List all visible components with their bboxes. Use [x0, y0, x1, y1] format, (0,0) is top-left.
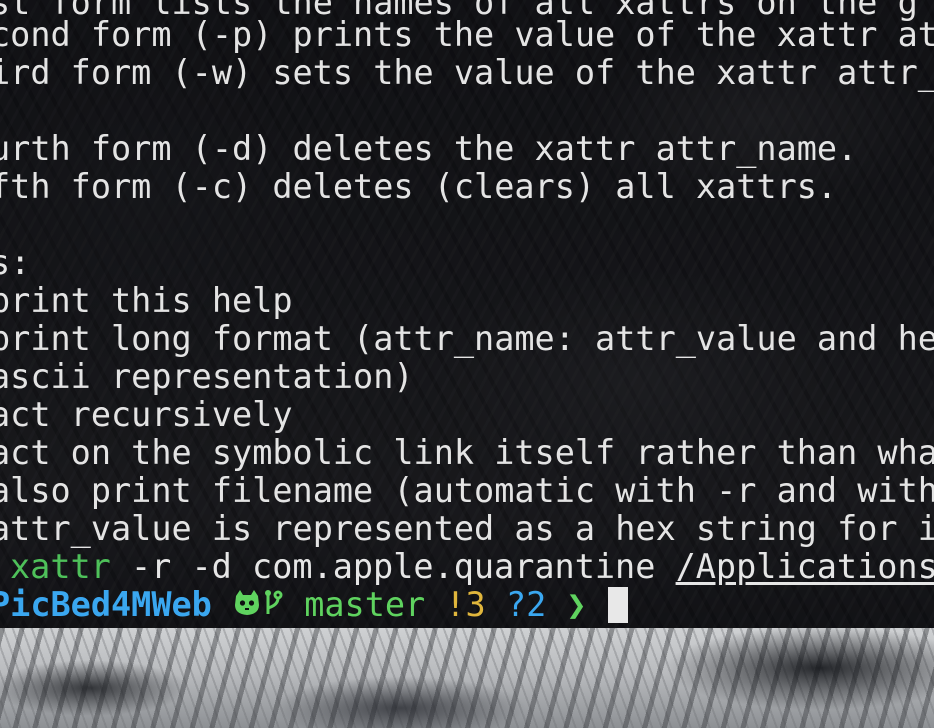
git-untracked-count: ?2: [505, 585, 547, 624]
help-line-14: also print filename (automatic with -r a…: [0, 471, 934, 510]
help-line-9: print this help: [0, 281, 293, 320]
command-args: -r -d com.apple.quarantine: [110, 547, 676, 586]
github-cat-icon: [232, 588, 262, 626]
help-line-2: cond form (-p) prints the value of the x…: [0, 15, 934, 54]
wallpaper-snowfield: [0, 628, 934, 728]
prompt-arrow: ❯: [566, 585, 587, 624]
help-line-11: ascii representation): [0, 357, 414, 396]
help-line-6: fth form (-c) deletes (clears) all xattr…: [0, 167, 838, 206]
command-path[interactable]: /Applications/: [676, 547, 934, 586]
git-modified-count: !3: [445, 585, 486, 624]
help-line-8: s:: [0, 243, 31, 282]
terminal-cursor: [608, 587, 628, 623]
help-line-13: act on the symbolic link itself rather t…: [0, 433, 934, 472]
terminal-window[interactable]: st form lists the names of all xattrs on…: [0, 0, 934, 628]
help-line-12: act recursively: [0, 395, 293, 434]
prompt-line: PicBed4MWeb master !3 ?2 ❯: [0, 586, 587, 624]
command-line: xattr -r -d com.apple.quarantine /Applic…: [10, 548, 934, 586]
help-line-15: attr_value is represented as a hex strin…: [0, 509, 934, 548]
help-line-10: print long format (attr_name: attr_value…: [0, 319, 934, 358]
screen: st form lists the names of all xattrs on…: [0, 0, 934, 728]
help-line-3: ird form (-w) sets the value of the xatt…: [0, 53, 934, 92]
help-line-5: urth form (-d) deletes the xattr attr_na…: [0, 129, 858, 168]
command-program: xattr: [10, 547, 111, 586]
git-branch-name: master: [304, 585, 426, 624]
prompt-directory: PicBed4MWeb: [0, 585, 212, 624]
git-branch-icon: [262, 588, 284, 626]
